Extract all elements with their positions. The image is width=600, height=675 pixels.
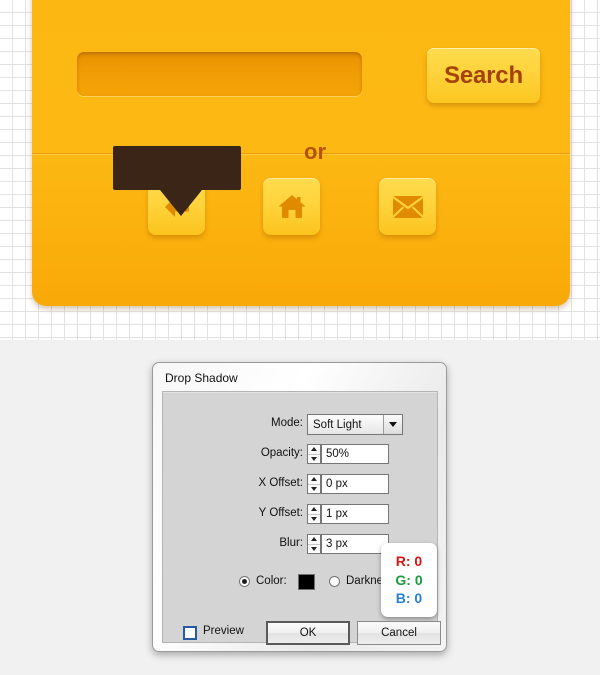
search-button[interactable]: Search [427,48,540,103]
mode-select-value: Soft Light [313,418,362,431]
mail-icon [391,195,424,219]
or-label: or [304,139,326,164]
radio-label-color: Color: [256,575,287,587]
opacity-input[interactable] [321,444,389,464]
home-button[interactable] [263,178,320,235]
y-offset-input[interactable] [321,504,389,524]
preview-checkbox[interactable] [183,626,197,640]
rgb-red-value: R: 0 [395,553,423,570]
radio-selected-dot [242,579,247,584]
label-box-blur: Blur: [163,534,303,556]
search-row: Search [77,48,540,106]
tooltip-text [113,146,241,190]
stepper-down-icon[interactable] [308,515,320,524]
label-box-x-offset: X Offset: [163,474,303,496]
x-offset-input[interactable] [321,474,389,494]
label-box-opacity: Opacity: [163,444,303,466]
dialog-body: Mode: Soft Light Opacity: 50% X Offset: … [162,391,441,645]
preview-label: Preview [203,625,244,637]
stepper-up-icon[interactable] [308,475,320,485]
field-label-y-offset: Y Offset: [258,507,303,519]
radio-color[interactable] [239,576,250,587]
stepper-up-icon[interactable] [308,535,320,545]
label-box-y-offset: Y Offset: [163,504,303,526]
stepper-up-icon[interactable] [308,505,320,515]
label-box-mode: Mode: [163,414,303,436]
stepper-up-icon[interactable] [308,445,320,455]
field-label-mode: Mode: [271,417,303,429]
field-label-opacity: Opacity: [260,447,303,459]
drop-shadow-dialog: Drop Shadow Mode: Soft Light Opacity: 50… [152,362,447,652]
stepper-down-icon[interactable] [308,545,320,554]
dialog-title: Drop Shadow [165,371,238,385]
search-input[interactable] [77,52,362,96]
blur-stepper[interactable] [307,534,321,554]
stepper-down-icon[interactable] [308,455,320,464]
blur-input[interactable] [321,534,389,554]
color-swatch[interactable] [298,574,315,590]
mode-select[interactable]: Soft Light [307,414,403,435]
home-icon [277,193,307,221]
cancel-button[interactable]: Cancel [357,621,441,645]
stepper-down-icon[interactable] [308,485,320,494]
opacity-stepper[interactable] [307,444,321,464]
desktop-background: Drop Shadow Mode: Soft Light Opacity: 50… [0,340,600,675]
design-canvas: Try searching for the page here. Search … [0,0,600,340]
x-offset-stepper[interactable] [307,474,321,494]
rgb-blue-value: B: 0 [395,590,423,607]
rgb-green-value: G: 0 [395,571,423,588]
field-label-blur: Blur: [279,537,303,549]
error-page-panel: Try searching for the page here. Search … [32,0,570,306]
chevron-down-icon [383,415,402,434]
radio-darkness[interactable] [329,576,340,587]
ok-button[interactable]: OK [266,621,350,645]
rgb-readout-tooltip: R: 0 G: 0 B: 0 [381,543,437,617]
tooltip-arrow-icon [160,190,202,216]
mail-button[interactable] [379,178,436,235]
y-offset-stepper[interactable] [307,504,321,524]
field-label-x-offset: X Offset: [258,477,303,489]
tooltip-bubble [113,146,241,190]
